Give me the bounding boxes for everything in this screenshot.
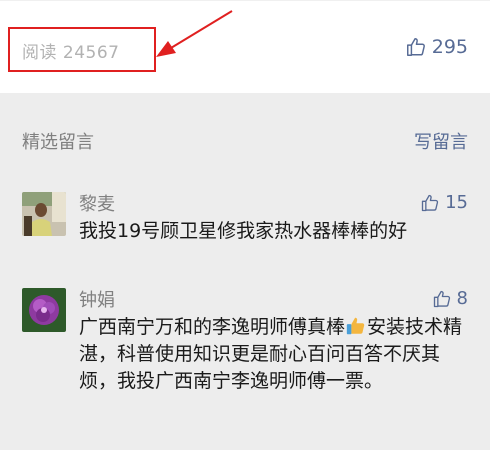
comments-header: 精选留言 写留言 bbox=[22, 128, 468, 154]
commenter-name: 钟娟 bbox=[79, 290, 115, 311]
article-footer: 阅读 24567 295 bbox=[0, 0, 490, 93]
comment-text-part: 广西南宁万和的李逸明师傅真棒 bbox=[79, 316, 346, 338]
comments-section-title: 精选留言 bbox=[22, 132, 94, 153]
comment-text: 我投19号顾卫星修我家热水器棒棒的好 bbox=[79, 220, 408, 242]
comment-text: 广西南宁万和的李逸明师傅真棒 安装技术精湛，科普使用知识更是耐心百问百答不厌其烦… bbox=[79, 314, 468, 395]
thumbs-up-icon bbox=[406, 38, 425, 56]
thumbs-up-icon bbox=[433, 290, 450, 307]
thumbs-up-emoji-icon bbox=[346, 317, 365, 335]
article-like-button[interactable]: 295 bbox=[405, 36, 468, 58]
write-comment-link[interactable]: 写留言 bbox=[414, 128, 468, 154]
commenter-name: 黎麦 bbox=[79, 194, 115, 215]
comment-like-button[interactable]: 8 bbox=[432, 288, 468, 309]
thumbs-up-icon bbox=[421, 194, 439, 211]
annotation-arrow-icon bbox=[156, 10, 233, 57]
comment-item: 黎麦 我投19号顾卫星修我家热水器棒棒的好 15 bbox=[22, 192, 468, 252]
comment-like-count: 8 bbox=[456, 288, 468, 309]
comment-like-count: 15 bbox=[445, 192, 468, 213]
article-like-count: 295 bbox=[431, 36, 468, 58]
comment-item: 钟娟 广西南宁万和的李逸明师傅真棒 安装技术精湛，科普使用知识更是耐心百问百答不… bbox=[22, 288, 468, 438]
avatar[interactable] bbox=[22, 288, 66, 332]
avatar[interactable] bbox=[22, 192, 66, 236]
comment-like-button[interactable]: 15 bbox=[420, 192, 468, 213]
annotation-highlight-box bbox=[8, 27, 156, 72]
